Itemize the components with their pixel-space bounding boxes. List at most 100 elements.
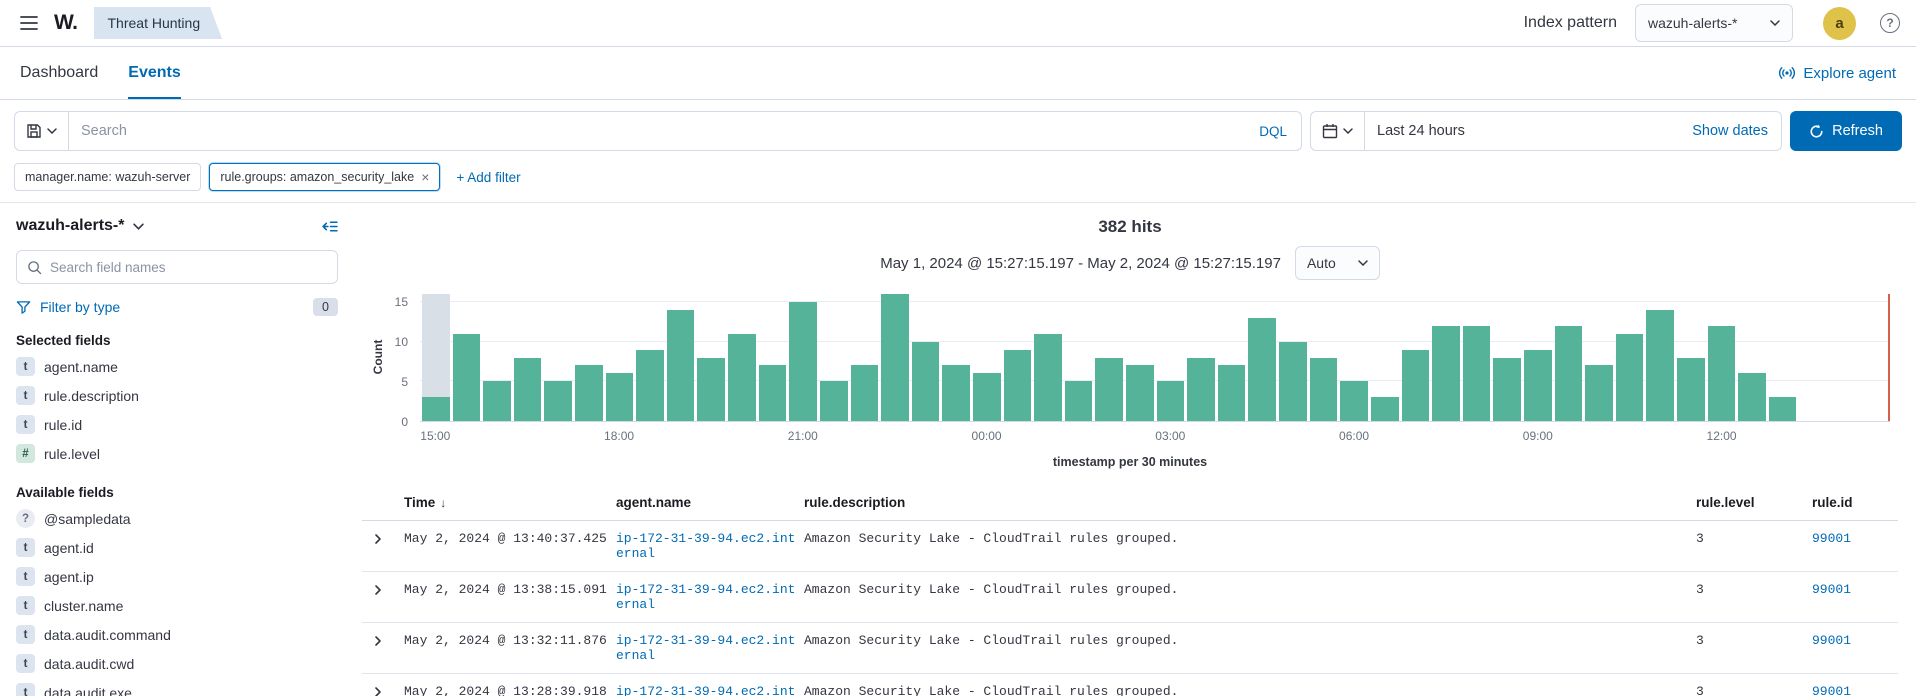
histogram-bar[interactable] [697,358,725,422]
saved-query-button[interactable] [15,112,69,150]
agent-name-link[interactable]: ip-172-31-39-94.ec2.internal [616,582,795,612]
histogram-bar[interactable] [1677,358,1705,422]
histogram-bar[interactable] [881,294,909,421]
histogram-bar[interactable] [1034,334,1062,421]
histogram-bar[interactable] [422,397,450,421]
wazuh-logo[interactable]: W. [54,11,78,35]
show-dates-button[interactable]: Show dates [1679,123,1781,139]
histogram-bar[interactable] [851,365,879,421]
field-item[interactable]: trule.description [16,381,338,410]
field-item[interactable]: tcluster.name [16,591,338,620]
histogram-bar[interactable] [1493,358,1521,422]
sidebar-index-selector[interactable]: wazuh-alerts-* [16,217,124,235]
histogram-bar[interactable] [453,334,481,421]
histogram-bar[interactable] [514,358,542,422]
histogram-bar[interactable] [1585,365,1613,421]
time-range-value[interactable]: Last 24 hours [1365,123,1477,139]
tab-events[interactable]: Events [128,47,180,99]
column-header-rule_level[interactable]: rule.level [1696,485,1812,520]
histogram-bar[interactable] [1402,350,1430,421]
rule-id-link[interactable]: 99001 [1812,633,1851,648]
expand-row-icon[interactable] [372,533,384,545]
field-item[interactable]: tagent.name [16,352,338,381]
refresh-button[interactable]: Refresh [1790,111,1902,151]
field-item[interactable]: tdata.audit.cwd [16,649,338,678]
histogram-bar[interactable] [1248,318,1276,421]
column-header-rule_id[interactable]: rule.id [1812,485,1898,520]
agent-name-link[interactable]: ip-172-31-39-94.ec2.internal [616,531,795,561]
histogram-bar[interactable] [1340,381,1368,421]
histogram-bar[interactable] [1004,350,1032,421]
histogram-bar[interactable] [1218,365,1246,421]
field-item[interactable]: tagent.id [16,533,338,562]
histogram-bar[interactable] [483,381,511,421]
interval-select[interactable]: Auto [1295,246,1380,280]
histogram-bar[interactable] [912,342,940,421]
add-filter-button[interactable]: + Add filter [456,170,520,185]
rule-id-link[interactable]: 99001 [1812,531,1851,546]
expand-row-icon[interactable] [372,584,384,596]
filter-pill[interactable]: rule.groups: amazon_security_lake× [209,163,440,191]
filter-by-type-button[interactable]: Filter by type 0 [16,298,338,316]
field-item[interactable]: tdata.audit.exe [16,678,338,696]
histogram-bar[interactable] [820,381,848,421]
histogram-bar[interactable] [606,373,634,421]
avatar[interactable]: a [1823,7,1856,40]
column-header-time[interactable]: Time↓ [404,485,616,520]
field-item[interactable]: ?@sampledata [16,504,338,533]
histogram-bar[interactable] [1279,342,1307,421]
histogram-bar[interactable] [575,365,603,421]
histogram-bar[interactable] [1708,326,1736,421]
histogram-bar[interactable] [1371,397,1399,421]
histogram-bar[interactable] [973,373,1001,421]
expand-row-icon[interactable] [372,635,384,647]
tab-dashboard[interactable]: Dashboard [20,47,98,99]
histogram-bar[interactable] [667,310,695,421]
agent-name-link[interactable]: ip-172-31-39-94.ec2.internal [616,633,795,663]
expand-row-icon[interactable] [372,686,384,696]
index-pattern-select[interactable]: wazuh-alerts-* [1635,4,1793,42]
remove-filter-icon[interactable]: × [421,172,429,182]
filter-pill[interactable]: manager.name: wazuh-server [14,163,201,191]
histogram-bar[interactable] [1310,358,1338,422]
histogram-bar[interactable] [1616,334,1644,421]
histogram-bar[interactable] [1187,358,1215,422]
calendar-button[interactable] [1311,112,1365,150]
histogram-bar[interactable] [544,381,572,421]
histogram-bar[interactable] [636,350,664,421]
rule-id-link[interactable]: 99001 [1812,582,1851,597]
histogram-bar[interactable] [1524,350,1552,421]
histogram-bar[interactable] [1432,326,1460,421]
field-item[interactable]: tagent.ip [16,562,338,591]
histogram-bar[interactable] [789,302,817,421]
agent-name-link[interactable]: ip-172-31-39-94.ec2.internal [616,684,795,696]
histogram-slot [1555,294,1583,421]
histogram-bar[interactable] [1095,358,1123,422]
histogram-bar[interactable] [1646,310,1674,421]
histogram-bar[interactable] [1126,365,1154,421]
column-header-rule_description[interactable]: rule.description [804,485,1696,520]
chevron-down-icon[interactable] [133,223,144,230]
explore-agent-button[interactable]: Explore agent [1778,47,1896,99]
histogram-bar[interactable] [1157,381,1185,421]
histogram-bar[interactable] [1463,326,1491,421]
histogram-bar[interactable] [728,334,756,421]
field-item[interactable]: trule.id [16,410,338,439]
histogram-bar[interactable] [1738,373,1766,421]
help-icon[interactable]: ? [1880,13,1900,33]
field-search-input[interactable] [50,260,327,275]
search-input[interactable] [69,123,1245,139]
collapse-fields-icon[interactable] [321,218,338,235]
histogram-bar[interactable] [1065,381,1093,421]
column-header-agent_name[interactable]: agent.name [616,485,804,520]
histogram-bar[interactable] [942,365,970,421]
query-language-button[interactable]: DQL [1245,124,1301,139]
histogram-bar[interactable] [759,365,787,421]
rule-id-link[interactable]: 99001 [1812,684,1851,696]
menu-icon[interactable] [16,12,42,34]
field-item[interactable]: #rule.level [16,439,338,468]
field-item[interactable]: tdata.audit.command [16,620,338,649]
histogram-bar[interactable] [1769,397,1797,421]
sort-desc-icon[interactable]: ↓ [440,496,446,510]
histogram-bar[interactable] [1555,326,1583,421]
